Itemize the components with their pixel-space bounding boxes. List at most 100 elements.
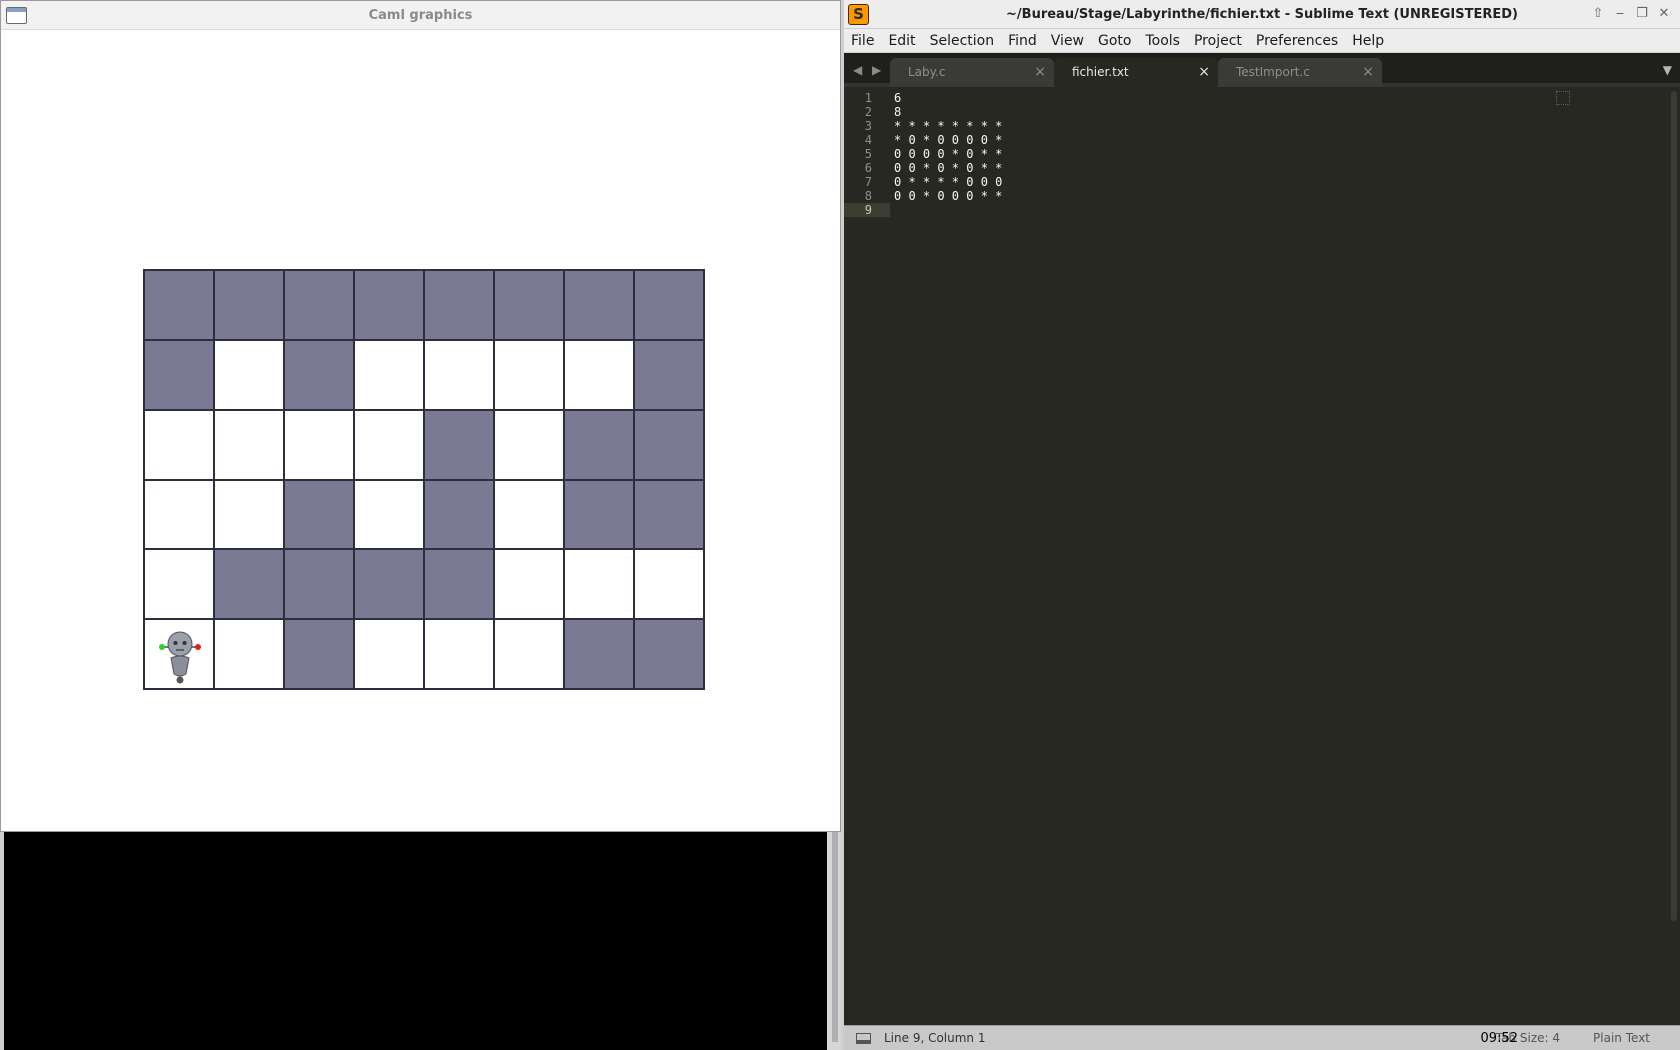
maze-wall-cell (144, 339, 214, 410)
maze-wall-cell (284, 270, 354, 340)
maze-floor-cell (144, 619, 214, 689)
sublime-text-window: S ~/Bureau/Stage/Labyrinthe/fichier.txt … (841, 0, 1680, 1050)
maze-floor-cell (354, 409, 424, 480)
maze-wall-cell (354, 270, 424, 340)
close-icon[interactable]: ✕ (1656, 6, 1672, 22)
maze-floor-cell (494, 409, 564, 480)
editor-area[interactable]: 123456789 6 8 * * * * * * * * * 0 * 0 0 0 0… (844, 91, 1680, 1025)
line-number-gutter: 123456789 (844, 91, 890, 217)
code-line[interactable]: 0 0 0 0 * 0 * * (894, 147, 1660, 161)
maze-wall-cell (564, 270, 634, 340)
maze-floor-cell (564, 339, 634, 410)
menu-edit[interactable]: Edit (887, 31, 916, 51)
code-text[interactable]: 6 8 * * * * * * * * * 0 * 0 0 0 0 * 0 0 0 0 … (894, 91, 1660, 217)
tab-close-icon[interactable]: × (1198, 64, 1210, 80)
code-line[interactable]: 0 0 * 0 * 0 * * (894, 161, 1660, 175)
maze-floor-cell (494, 549, 564, 620)
line-number: 9 (844, 203, 890, 217)
tab-close-icon[interactable]: × (1034, 64, 1046, 80)
caml-titlebar[interactable]: Caml graphics (1, 1, 840, 30)
menu-find[interactable]: Find (1007, 31, 1038, 51)
tab-laby-c[interactable]: Laby.c × (890, 58, 1054, 87)
line-number: 2 (864, 105, 872, 119)
menu-selection[interactable]: Selection (929, 31, 996, 51)
terminal-window[interactable] (0, 832, 841, 1050)
maze-floor-cell (494, 479, 564, 550)
maze-wall-cell (634, 409, 704, 480)
line-number: 5 (864, 147, 872, 161)
maze-floor-cell (144, 549, 214, 620)
minimize-icon[interactable]: ‒ (1612, 6, 1628, 22)
line-number: 6 (864, 161, 872, 175)
panel-toggle-icon[interactable] (856, 1033, 871, 1044)
maze-floor-cell (564, 549, 634, 620)
menu-help[interactable]: Help (1351, 31, 1385, 51)
maze-floor-cell (634, 549, 704, 620)
maze-wall-cell (424, 409, 494, 480)
menu-project[interactable]: Project (1193, 31, 1243, 51)
tab-bar: ◀ ▶ Laby.c × TestImport.c × fichier.txt … (844, 53, 1680, 87)
tab-label: TestImport.c (1236, 65, 1310, 79)
maze-wall-cell (284, 479, 354, 550)
terminal-scrollbar[interactable] (832, 832, 838, 1042)
maximize-icon[interactable]: ❐ (1634, 6, 1650, 22)
maze-floor-cell (214, 479, 284, 550)
maze-grid (143, 269, 705, 690)
maze-floor-cell (144, 479, 214, 550)
code-line[interactable]: 0 * * * * 0 0 0 (894, 175, 1660, 189)
tab-overflow-icon[interactable]: ▼ (1663, 63, 1672, 77)
code-line[interactable]: 0 0 * 0 0 0 * * (894, 189, 1660, 203)
menu-view[interactable]: View (1050, 31, 1085, 51)
maze-wall-cell (494, 270, 564, 340)
menu-tools[interactable]: Tools (1144, 31, 1181, 51)
maze-wall-cell (214, 270, 284, 340)
menu-preferences[interactable]: Preferences (1255, 31, 1339, 51)
syntax-mode[interactable]: Plain Text (1593, 1031, 1650, 1045)
tab-nav-arrows-icon[interactable]: ◀ ▶ (853, 63, 884, 77)
cursor-position: Line 9, Column 1 (884, 1031, 986, 1045)
maze-wall-cell (634, 619, 704, 689)
maze-wall-cell (634, 270, 704, 340)
code-line[interactable]: * * * * * * * * (894, 119, 1660, 133)
tab-close-icon[interactable]: × (1362, 64, 1374, 80)
menu-goto[interactable]: Goto (1097, 31, 1132, 51)
maze-wall-cell (634, 339, 704, 410)
shade-icon[interactable]: ⇧ (1590, 6, 1606, 22)
sublime-titlebar[interactable]: S ~/Bureau/Stage/Labyrinthe/fichier.txt … (844, 0, 1680, 29)
maze-wall-cell (214, 549, 284, 620)
maze-floor-cell (144, 409, 214, 480)
line-number: 4 (864, 133, 872, 147)
code-line[interactable] (894, 203, 1660, 217)
line-number: 8 (864, 189, 872, 203)
maze-floor-cell (354, 479, 424, 550)
maze-wall-cell (424, 479, 494, 550)
code-line[interactable]: 6 (894, 91, 1660, 105)
maze-wall-cell (284, 549, 354, 620)
maze-floor-cell (494, 339, 564, 410)
minimap[interactable] (1556, 91, 1570, 105)
maze-floor-cell (214, 339, 284, 410)
code-line[interactable]: * 0 * 0 0 0 0 * (894, 133, 1660, 147)
robot-icon (159, 631, 201, 684)
menu-file[interactable]: File (850, 31, 875, 51)
tab-fichier-txt[interactable]: fichier.txt × (1054, 58, 1218, 87)
editor-scrollbar[interactable] (1671, 91, 1677, 921)
maze-wall-cell (144, 270, 214, 340)
maze-wall-cell (424, 270, 494, 340)
code-line[interactable]: 8 (894, 105, 1660, 119)
line-number: 3 (864, 119, 872, 133)
line-number: 7 (864, 175, 872, 189)
maze-wall-cell (634, 479, 704, 550)
maze-wall-cell (564, 409, 634, 480)
maze-floor-cell (354, 619, 424, 689)
maze-floor-cell (284, 409, 354, 480)
maze-wall-cell (284, 619, 354, 689)
maze-wall-cell (284, 339, 354, 410)
status-bar: Line 9, Column 1 Tab Size: 4 09:52 Plain… (844, 1025, 1680, 1050)
tab-testimport-c[interactable]: TestImport.c × (1218, 58, 1382, 87)
tab-label: Laby.c (908, 65, 946, 79)
maze-floor-cell (424, 619, 494, 689)
maze-floor-cell (354, 339, 424, 410)
clock: 09:52 (1480, 1031, 1518, 1046)
window-controls: ⇧ ‒ ❐ ✕ (1590, 6, 1672, 22)
